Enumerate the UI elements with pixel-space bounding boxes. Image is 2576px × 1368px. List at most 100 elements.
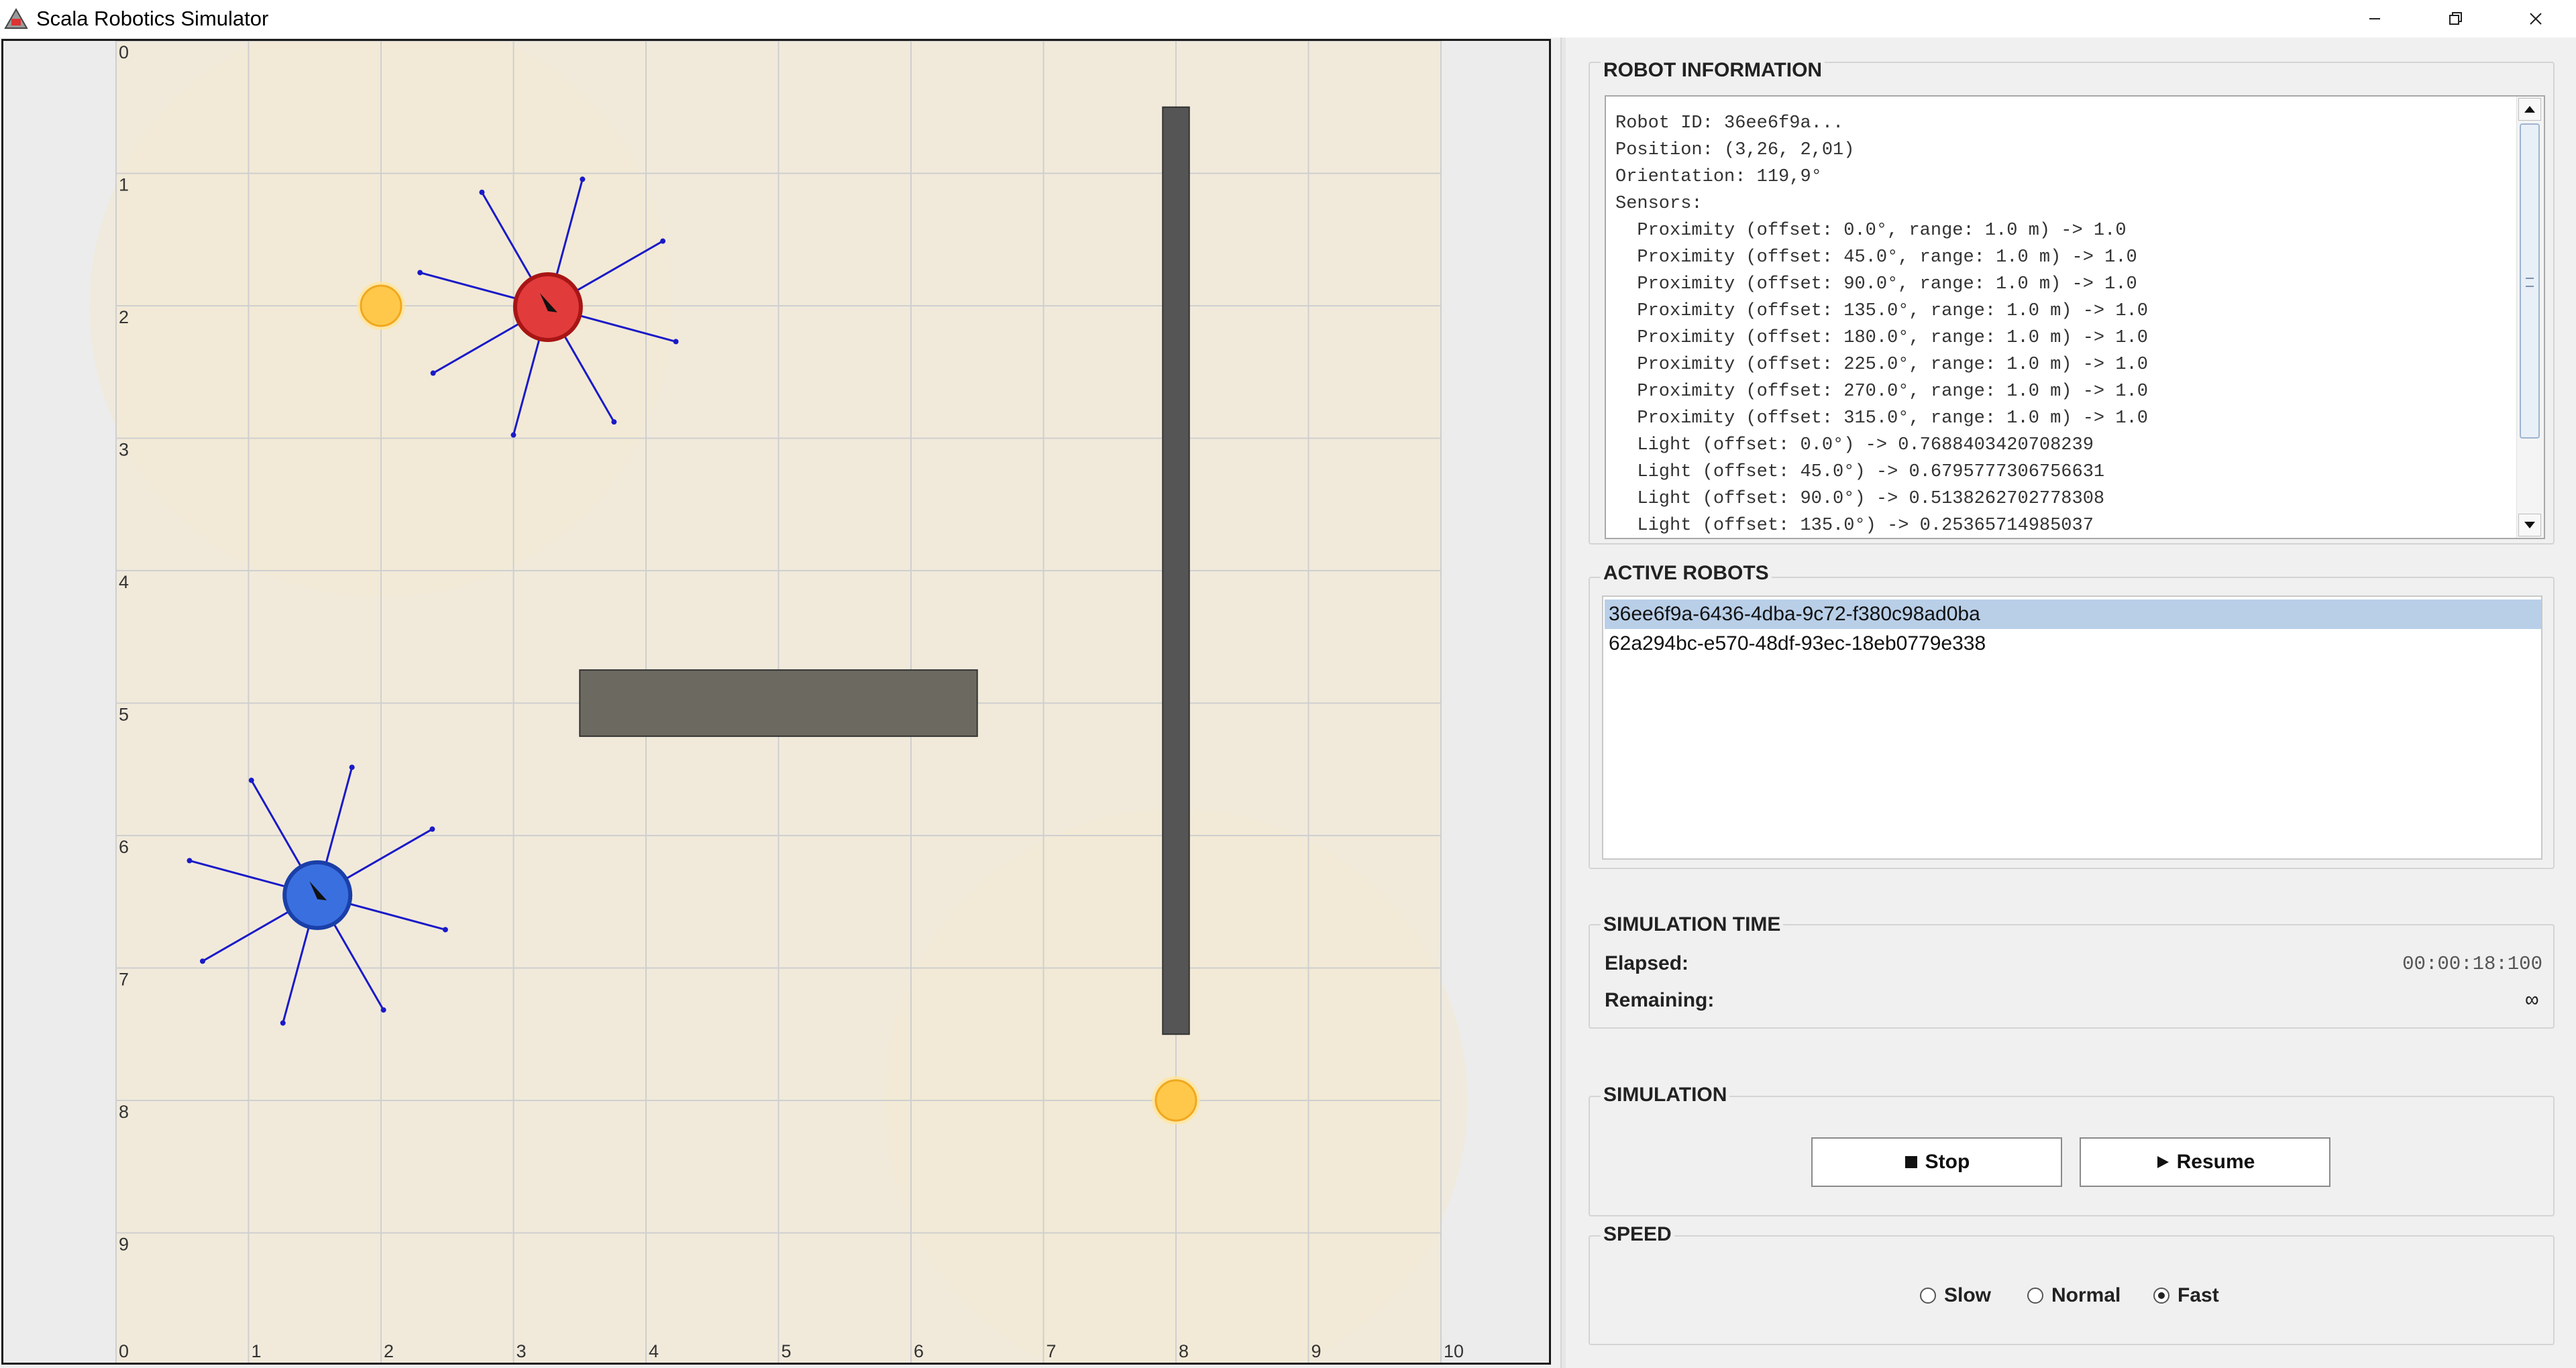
info-line: Orientation: 119,9°	[1615, 167, 1822, 187]
info-line: Light (offset: 90.0°) -> 0.5138262702778…	[1615, 489, 2105, 509]
sensor-endpoint	[580, 176, 586, 182]
simulation-time-group	[1589, 924, 2555, 1029]
info-line: Light (offset: 0.0°) -> 0.76884034207082…	[1615, 435, 2094, 455]
simulation-controls-group	[1589, 1096, 2555, 1216]
sensor-endpoint	[186, 858, 193, 864]
stop-button-label: Stop	[1925, 1151, 1970, 1173]
x-tick-label: 7	[1046, 1341, 1057, 1361]
y-tick-label: 7	[119, 970, 129, 990]
y-tick-label: 1	[119, 175, 129, 195]
x-tick-label: 5	[782, 1341, 792, 1361]
remaining-value: ∞	[2525, 988, 2538, 1013]
info-line: Light (offset: 45.0°) -> 0.6795777306756…	[1615, 462, 2105, 482]
sensor-endpoint	[660, 238, 666, 244]
info-line: Light (offset: 135.0°) -> 0.253657149850…	[1615, 516, 2094, 536]
close-icon	[2530, 13, 2542, 25]
sensor-endpoint	[511, 432, 517, 438]
minimize-icon	[2369, 18, 2380, 19]
title-bar: Scala Robotics Simulator	[0, 0, 2576, 38]
radio-circle-icon	[2027, 1288, 2043, 1304]
y-tick-label: 5	[119, 705, 129, 725]
stop-button[interactable]: Stop	[1811, 1137, 2062, 1187]
sensor-endpoint	[199, 958, 205, 964]
speed-radio-slow[interactable]: Slow	[1920, 1284, 1991, 1307]
resume-button[interactable]: Resume	[2080, 1137, 2330, 1187]
robot-information-textarea[interactable]: Robot ID: 36ee6f9a... Position: (3,26, 2,…	[1605, 95, 2545, 539]
sensor-endpoint	[280, 1020, 286, 1026]
info-scrollbar[interactable]	[2516, 97, 2544, 538]
radio-circle-icon	[1920, 1288, 1936, 1304]
sensor-endpoint	[349, 764, 355, 771]
info-line: Position: (3,26, 2,01)	[1615, 140, 1855, 160]
speed-option-label: Fast	[2178, 1284, 2219, 1306]
sensor-endpoint	[248, 777, 254, 783]
restore-button[interactable]	[2415, 0, 2496, 38]
remaining-label: Remaining:	[1605, 989, 1715, 1011]
sensor-endpoint	[430, 370, 436, 376]
info-line: Robot ID: 36ee6f9a...	[1615, 113, 1844, 133]
panel-divider[interactable]	[1560, 38, 1566, 1368]
active-robots-title: ACTIVE ROBOTS	[1601, 562, 1772, 585]
scroll-thumb[interactable]	[2520, 123, 2540, 439]
close-button[interactable]	[2496, 0, 2576, 38]
info-line: Sensors:	[1615, 194, 1703, 214]
scroll-up-button[interactable]	[2518, 98, 2541, 121]
obstacle	[1162, 106, 1190, 1035]
robot-information-text: Robot ID: 36ee6f9a... Position: (3,26, 2,…	[1615, 110, 2148, 538]
restore-icon	[2449, 12, 2462, 25]
info-line: Proximity (offset: 135.0°, range: 1.0 m)…	[1615, 301, 2148, 321]
speed-radio-normal[interactable]: Normal	[2027, 1284, 2121, 1307]
y-tick-label: 3	[119, 440, 129, 460]
play-icon	[2157, 1156, 2169, 1168]
sensor-endpoint	[380, 1007, 386, 1013]
resume-button-label: Resume	[2176, 1151, 2255, 1173]
simulation-title: SIMULATION	[1601, 1084, 1730, 1106]
x-tick-label: 6	[914, 1341, 924, 1361]
elapsed-label: Elapsed:	[1605, 952, 1689, 974]
x-tick-label: 1	[252, 1341, 262, 1361]
sensor-endpoint	[417, 270, 423, 276]
app-icon	[4, 7, 28, 29]
sensor-endpoint	[611, 419, 617, 425]
x-tick-label: 10	[1444, 1341, 1464, 1361]
sensor-endpoint	[479, 189, 485, 195]
sensor-endpoint	[429, 826, 435, 832]
y-tick-label: 2	[119, 307, 129, 327]
minimize-button[interactable]	[2334, 0, 2415, 38]
window-title: Scala Robotics Simulator	[36, 7, 269, 30]
chevron-up-icon	[2524, 106, 2535, 113]
x-tick-label: 9	[1311, 1341, 1322, 1361]
info-line: Proximity (offset: 180.0°, range: 1.0 m)…	[1615, 328, 2148, 348]
speed-option-label: Slow	[1944, 1284, 1992, 1306]
elapsed-value: 00:00:18:100	[2402, 953, 2542, 975]
sensor-endpoint	[673, 339, 679, 345]
robot-information-title: ROBOT INFORMATION	[1601, 59, 1825, 82]
y-tick-label: 9	[119, 1235, 129, 1255]
sensor-endpoint	[442, 927, 448, 933]
info-line: Proximity (offset: 45.0°, range: 1.0 m) …	[1615, 247, 2137, 268]
simulation-canvas[interactable]: 012345678910012345678910	[1, 39, 1551, 1365]
y-tick-label: 6	[119, 837, 129, 857]
y-tick-label: 8	[119, 1102, 129, 1122]
x-tick-label: 3	[517, 1341, 527, 1361]
info-line: Proximity (offset: 270.0°, range: 1.0 m)…	[1615, 382, 2148, 402]
x-tick-label: 8	[1179, 1341, 1189, 1361]
robot-list-item[interactable]: 62a294bc-e570-48df-93ec-18eb0779e338	[1605, 629, 2541, 659]
info-line: Proximity (offset: 225.0°, range: 1.0 m)…	[1615, 355, 2148, 375]
robot-list-item[interactable]: 36ee6f9a-6436-4dba-9c72-f380c98ad0ba	[1605, 600, 2541, 629]
info-line: Proximity (offset: 0.0°, range: 1.0 m) -…	[1615, 221, 2127, 241]
chevron-down-icon	[2524, 522, 2535, 528]
obstacle	[579, 669, 978, 737]
speed-radio-fast[interactable]: Fast	[2153, 1284, 2219, 1307]
y-tick-label: 0	[119, 42, 129, 62]
x-tick-label: 4	[649, 1341, 659, 1361]
grip-icon	[2526, 278, 2534, 287]
light-source	[1155, 1079, 1197, 1122]
speed-option-label: Normal	[2051, 1284, 2121, 1306]
scroll-down-button[interactable]	[2518, 514, 2541, 536]
info-line: Proximity (offset: 90.0°, range: 1.0 m) …	[1615, 274, 2137, 294]
light-source	[360, 284, 402, 327]
y-tick-label: 4	[119, 572, 129, 592]
stop-icon	[1904, 1156, 1917, 1168]
x-tick-label: 2	[384, 1341, 394, 1361]
